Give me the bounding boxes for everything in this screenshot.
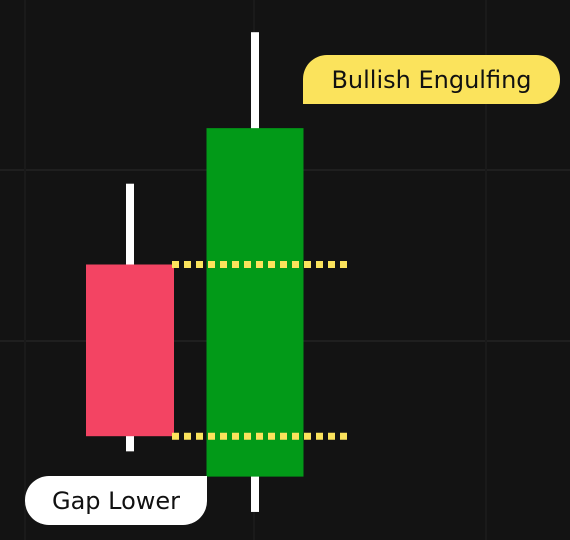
bullish-candle-body: [206, 128, 304, 477]
gap-lower-label: Gap Lower: [25, 476, 207, 525]
bearish-candle-body: [86, 264, 174, 437]
bullish-engulfing-label: Bullish Engulfing: [303, 55, 560, 104]
